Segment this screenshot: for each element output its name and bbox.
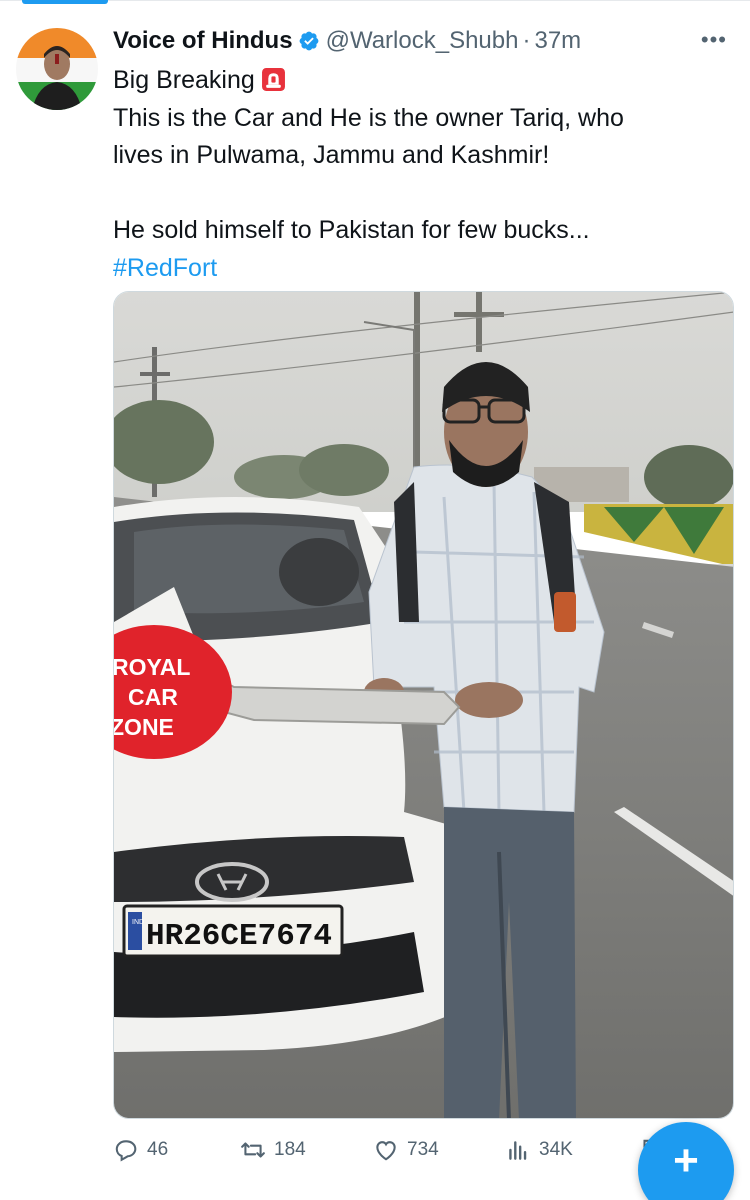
author-display-name[interactable]: Voice of Hindus [113, 27, 293, 55]
sign-text-line: ZONE [114, 714, 174, 740]
meta-separator: · [522, 27, 531, 54]
active-tab-indicator [22, 0, 108, 4]
tweet-timestamp[interactable]: 37m [534, 27, 581, 55]
photo-illustration: IND HR26CE7674 ROYAL CAR ZONE [114, 292, 733, 1118]
reply-count: 46 [147, 1139, 169, 1160]
views-icon [509, 1141, 527, 1160]
tweet-text: Big Breaking This is the Car and He is t… [113, 62, 723, 287]
repost-count: 184 [274, 1139, 306, 1160]
top-divider [0, 0, 750, 1]
tweet-text-line: He sold himself to Pakistan for few buck… [113, 216, 590, 244]
repost-icon [241, 1142, 265, 1158]
compose-plus-icon: + [673, 1136, 699, 1185]
tweet-text-line: Big Breaking [113, 62, 723, 100]
verified-badge-icon [299, 31, 318, 51]
more-icon[interactable]: ••• [701, 27, 727, 53]
hashtag-link[interactable]: #RedFort [113, 250, 723, 288]
like-count: 734 [407, 1139, 439, 1160]
tweet-text-line: This is the Car and He is the owner Tari… [113, 103, 624, 132]
like-button[interactable]: 734 [373, 1132, 439, 1168]
author-avatar[interactable] [16, 28, 98, 110]
plate-prefix: IND [132, 919, 144, 926]
sign-text-line: CAR [128, 684, 178, 710]
reply-icon [115, 1140, 137, 1162]
plate-number: HR26CE7674 [146, 919, 332, 954]
profile-avatar-icon [16, 28, 98, 110]
like-icon [376, 1141, 396, 1161]
views-button[interactable]: 34K [505, 1132, 573, 1168]
tweet-photo[interactable]: IND HR26CE7674 ROYAL CAR ZONE [113, 291, 734, 1119]
tweet-header: Voice of Hindus @Warlock_Shubh · 37m ••• [113, 24, 743, 58]
reply-button[interactable]: 46 [113, 1132, 168, 1168]
repost-button[interactable]: 184 [240, 1132, 306, 1168]
siren-emoji-icon [261, 68, 285, 91]
tweet-text-line: lives in Pulwama, Jammu and Kashmir! [113, 141, 550, 169]
sign-text-line: ROYAL [114, 654, 190, 680]
views-count: 34K [539, 1139, 573, 1160]
author-handle[interactable]: @Warlock_Shubh [326, 27, 519, 55]
